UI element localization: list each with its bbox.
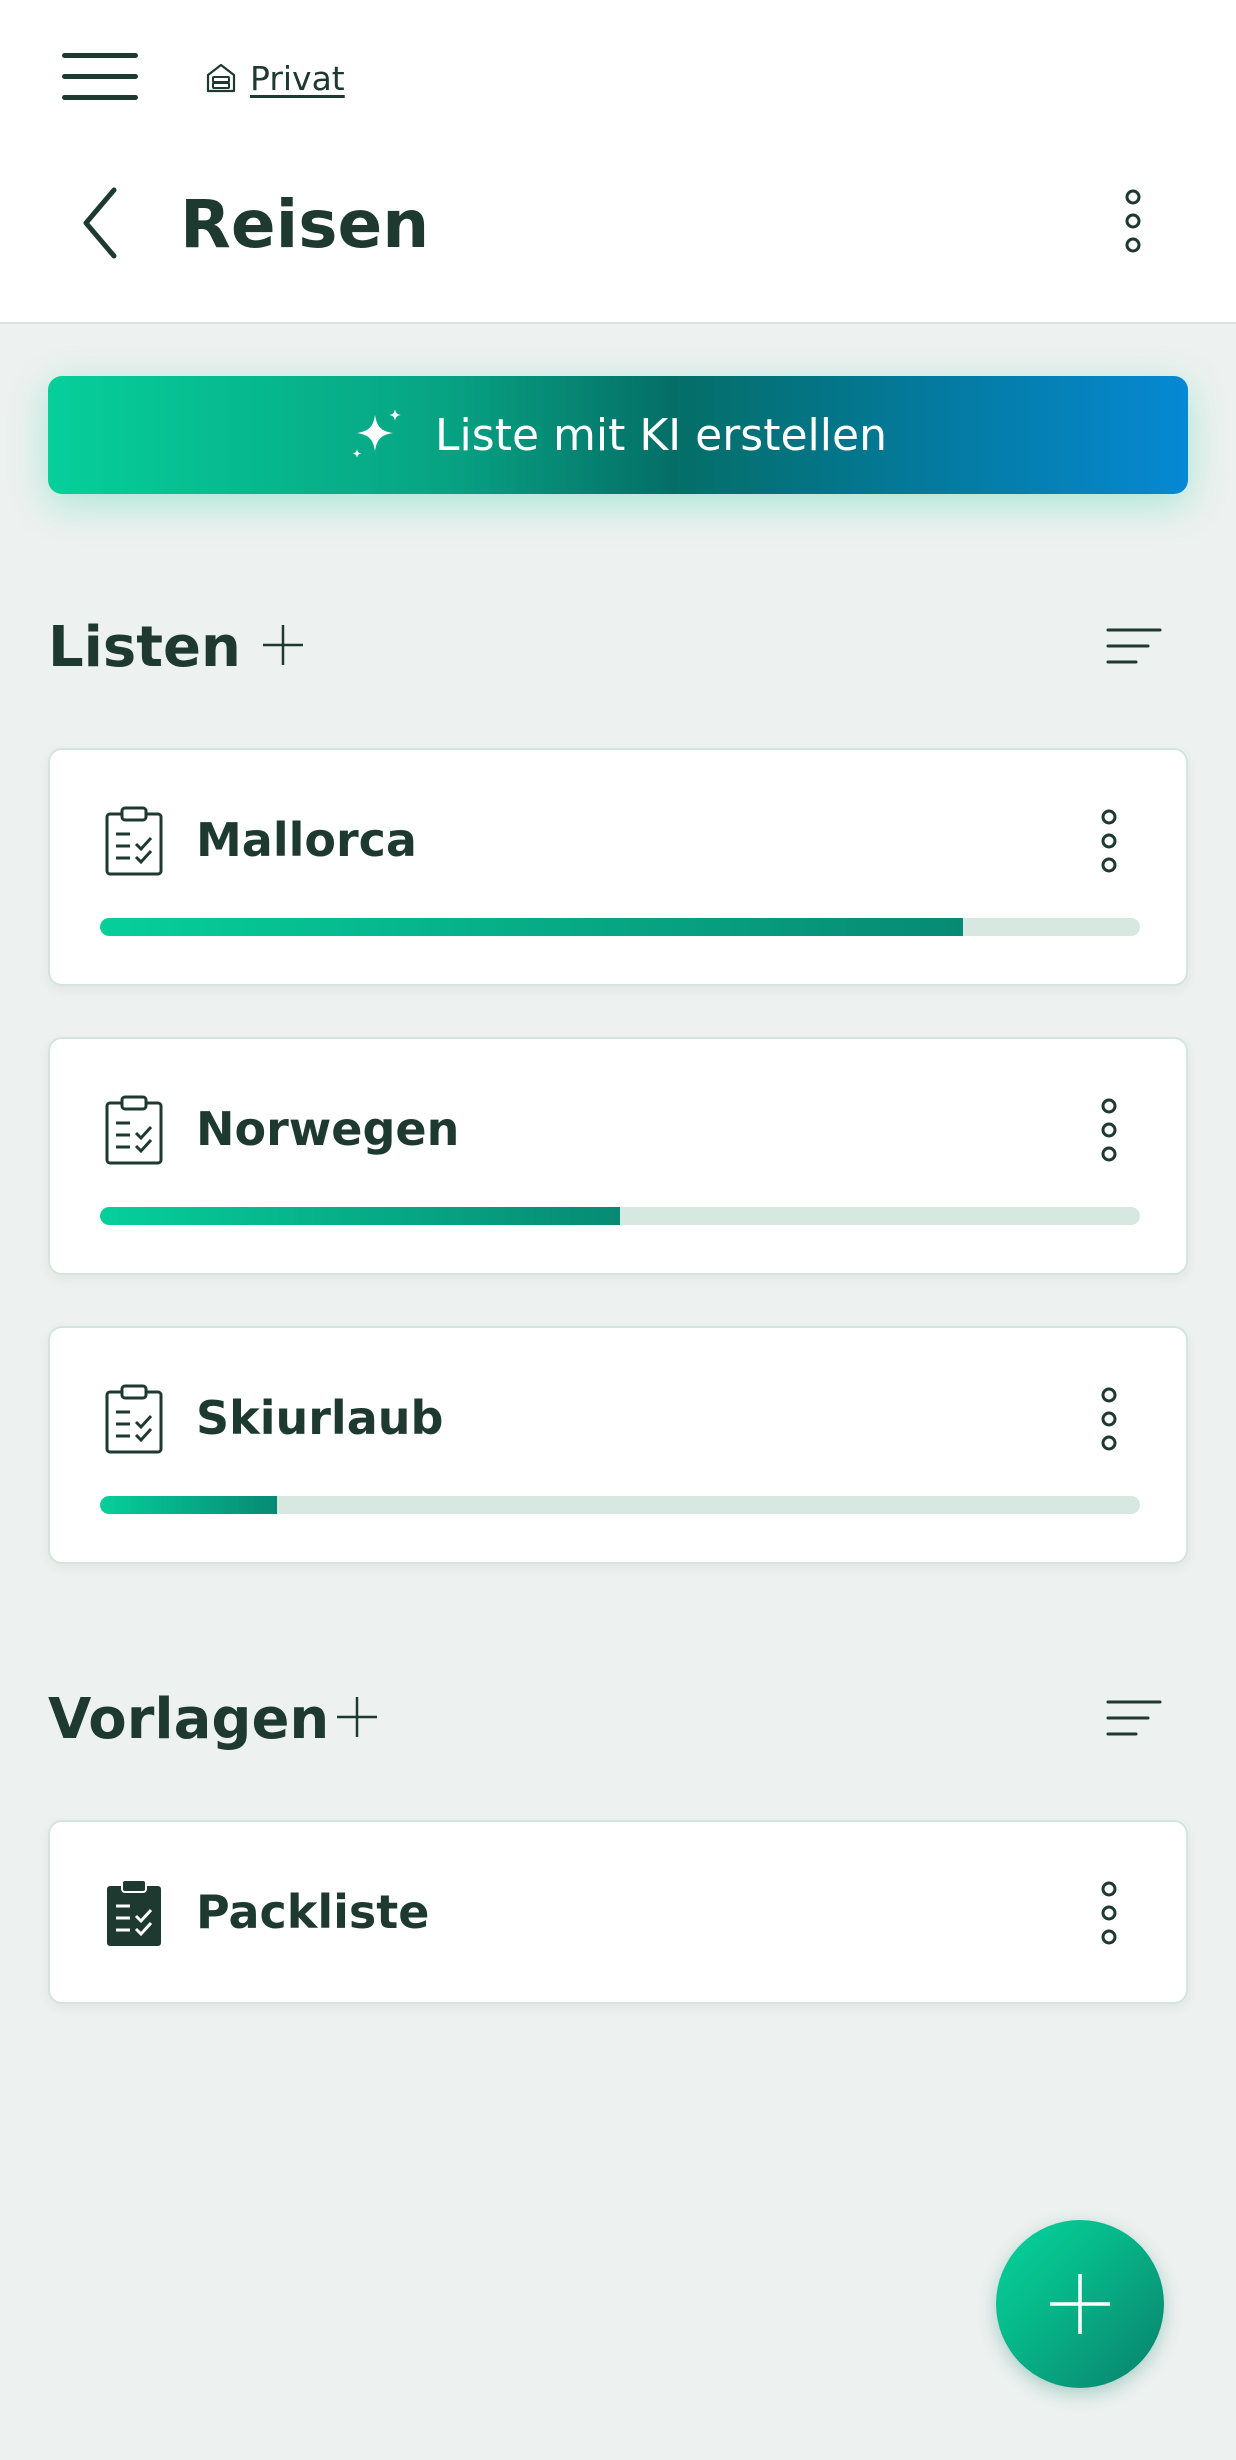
list-more-button[interactable] — [1094, 1386, 1124, 1452]
list-more-button[interactable] — [1094, 808, 1124, 874]
list-card[interactable]: Mallorca — [48, 748, 1188, 986]
vertical-dots-icon — [1101, 1881, 1117, 1945]
clipboard-checklist-icon — [105, 806, 163, 876]
list-card[interactable]: Skiurlaub — [48, 1326, 1188, 1564]
plus-icon — [1050, 2274, 1110, 2334]
vertical-dots-icon — [1101, 809, 1117, 873]
ai-button-label: Liste mit KI erstellen — [435, 409, 887, 461]
clipboard-checklist-icon — [105, 1384, 163, 1454]
sort-lines-icon — [1106, 1700, 1162, 1736]
list-progress-fill — [100, 1496, 277, 1514]
list-progress-fill — [100, 1207, 620, 1225]
back-button[interactable] — [70, 180, 130, 266]
template-name: Packliste — [196, 1885, 430, 1939]
list-progress-bar — [100, 918, 1140, 936]
breadcrumb-label[interactable]: Privat — [250, 59, 345, 98]
plus-icon — [263, 625, 303, 665]
chevron-left-icon — [83, 187, 117, 259]
list-progress-bar — [100, 1207, 1140, 1225]
create-list-with-ai-button[interactable]: Liste mit KI erstellen — [48, 376, 1188, 494]
page-title: Reisen — [180, 186, 430, 263]
list-name: Norwegen — [196, 1102, 460, 1156]
sort-lists-button[interactable] — [1106, 626, 1162, 666]
template-clipboard-icon — [104, 1878, 164, 1948]
section-title-templates: Vorlagen — [48, 1687, 330, 1752]
list-progress-bar — [100, 1496, 1140, 1514]
list-name: Mallorca — [196, 813, 417, 867]
sort-templates-button[interactable] — [1106, 1698, 1162, 1738]
house-icon — [206, 63, 236, 93]
list-progress-fill — [100, 918, 964, 936]
vertical-dots-icon — [1101, 1387, 1117, 1451]
clipboard-filled-icon — [107, 1879, 161, 1946]
list-clipboard-icon — [104, 806, 164, 876]
sparkle-icon — [352, 409, 402, 458]
section-title-lists: Listen — [48, 615, 241, 680]
menu-icon[interactable] — [62, 50, 140, 102]
app-header: Privat Reisen — [0, 0, 1236, 324]
add-fab-button[interactable] — [996, 2220, 1164, 2388]
plus-icon — [337, 1697, 377, 1737]
list-more-button[interactable] — [1094, 1097, 1124, 1163]
sort-lines-icon — [1106, 628, 1162, 664]
list-name: Skiurlaub — [196, 1391, 444, 1445]
add-list-button[interactable] — [260, 622, 306, 668]
clipboard-checklist-icon — [105, 1095, 163, 1165]
vertical-dots-icon — [1125, 189, 1141, 253]
breadcrumb[interactable]: Privat — [204, 56, 345, 100]
list-clipboard-icon — [104, 1384, 164, 1454]
add-template-button[interactable] — [334, 1694, 380, 1740]
template-card[interactable]: Packliste — [48, 1820, 1188, 2004]
list-clipboard-icon — [104, 1095, 164, 1165]
list-card[interactable]: Norwegen — [48, 1037, 1188, 1275]
vertical-dots-icon — [1101, 1098, 1117, 1162]
template-more-button[interactable] — [1094, 1880, 1124, 1946]
header-more-button[interactable] — [1118, 188, 1148, 254]
